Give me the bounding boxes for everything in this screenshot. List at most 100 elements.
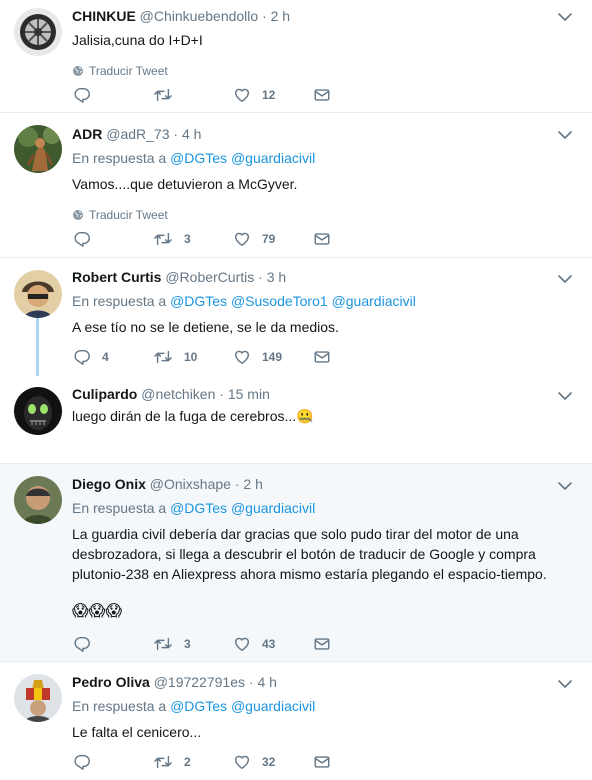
translate-tweet-link[interactable]: Traducir Tweet — [72, 64, 578, 78]
tweet-header: Culipardo @netchiken · 15 min — [72, 384, 578, 404]
retweet-icon — [152, 348, 174, 366]
avatar[interactable] — [14, 125, 62, 173]
avatar[interactable] — [14, 270, 62, 318]
user-name[interactable]: Pedro Oliva — [72, 674, 150, 690]
dm-button[interactable] — [312, 635, 392, 653]
tweet-time[interactable]: · 3 h — [258, 269, 286, 285]
emoji: 🤐 — [296, 408, 314, 424]
mention-link[interactable]: @guardiacivil — [231, 150, 315, 166]
avatar[interactable] — [14, 674, 62, 722]
tweet-time[interactable]: · 15 min — [219, 386, 270, 402]
tweet-header: Pedro Oliva @19722791es · 4 h — [72, 672, 578, 692]
retweet-button[interactable] — [152, 86, 232, 104]
mention-link[interactable]: @SusodeToro1 — [231, 293, 328, 309]
mention-link[interactable]: @DGTes — [170, 500, 227, 516]
tweet-item[interactable]: Diego Onix @Onixshape · 2 h En respuesta… — [0, 464, 592, 662]
envelope-icon — [312, 753, 332, 771]
user-handle[interactable]: @19722791es — [154, 674, 245, 690]
heart-icon — [232, 753, 252, 771]
user-name[interactable]: CHINKUE — [72, 8, 136, 24]
like-button[interactable]: 32 — [232, 753, 312, 771]
like-count: 32 — [262, 755, 276, 769]
mention-link[interactable]: @DGTes — [170, 698, 227, 714]
user-handle[interactable]: @adR_73 — [106, 126, 169, 142]
reply-button[interactable]: 4 — [72, 348, 152, 366]
tweet-header: ADR @adR_73 · 4 h — [72, 124, 578, 144]
retweet-icon — [152, 86, 174, 104]
dm-button[interactable] — [312, 753, 392, 771]
avatar[interactable] — [14, 387, 62, 435]
tweet-text: Vamos....que detuvieron a McGyver. — [72, 176, 298, 192]
mention-link[interactable]: @DGTes — [170, 293, 227, 309]
reply-icon — [72, 635, 92, 653]
chevron-down-icon[interactable] — [558, 481, 572, 491]
like-count: 79 — [262, 232, 276, 246]
mention-link[interactable]: @guardiacivil — [332, 293, 416, 309]
reply-button[interactable] — [72, 86, 152, 104]
reply-icon — [72, 753, 92, 771]
tweet-item[interactable]: Robert Curtis @RoberCurtis · 3 h En resp… — [0, 258, 592, 376]
like-button[interactable]: 79 — [232, 230, 312, 248]
retweet-button[interactable]: 2 — [152, 753, 232, 771]
emoji-line: 😱😱😱 — [72, 603, 123, 620]
tweet-header: CHINKUE @Chinkuebendollo · 2 h — [72, 6, 578, 26]
dm-button[interactable] — [312, 348, 392, 366]
globe-icon — [72, 65, 84, 77]
tweet-time[interactable]: · 4 h — [249, 674, 277, 690]
reply-button[interactable] — [72, 635, 152, 653]
translate-label: Traducir Tweet — [89, 208, 168, 222]
mention-link[interactable]: @guardiacivil — [231, 698, 315, 714]
user-handle[interactable]: @Onixshape — [150, 476, 231, 492]
reply-count: 4 — [102, 350, 109, 364]
retweet-icon — [152, 635, 174, 653]
globe-icon — [72, 209, 84, 221]
retweet-button[interactable]: 3 — [152, 230, 232, 248]
retweet-count: 3 — [184, 637, 191, 651]
tweet-time[interactable]: · 2 h — [235, 476, 263, 492]
like-count: 12 — [262, 88, 276, 102]
user-handle[interactable]: @netchiken — [141, 386, 215, 402]
user-name[interactable]: Culipardo — [72, 386, 137, 402]
avatar[interactable] — [14, 8, 62, 56]
tweet-item[interactable]: Pedro Oliva @19722791es · 4 h En respues… — [0, 662, 592, 780]
like-button[interactable]: 149 — [232, 348, 312, 366]
tweet-time[interactable]: · 4 h — [173, 126, 201, 142]
user-handle[interactable]: @RoberCurtis — [165, 269, 254, 285]
like-button[interactable]: 43 — [232, 635, 312, 653]
mention-link[interactable]: @guardiacivil — [231, 500, 315, 516]
tweet-item[interactable]: ADR @adR_73 · 4 h En respuesta a @DGTes … — [0, 113, 592, 258]
chevron-down-icon[interactable] — [558, 679, 572, 689]
chevron-down-icon[interactable] — [558, 274, 572, 284]
user-handle[interactable]: @Chinkuebendollo — [140, 8, 259, 24]
retweet-button[interactable]: 10 — [152, 348, 232, 366]
tweet-item[interactable]: CHINKUE @Chinkuebendollo · 2 h Jalisia,c… — [0, 0, 592, 113]
mention-link[interactable]: @DGTes — [170, 150, 227, 166]
retweet-icon — [152, 230, 174, 248]
chevron-down-icon[interactable] — [558, 12, 572, 22]
dm-button[interactable] — [312, 230, 392, 248]
tweet-text: A ese tío no se le detiene, se le da med… — [72, 319, 339, 335]
envelope-icon — [312, 86, 332, 104]
tweet-text: La guardia civil debería dar gracias que… — [72, 526, 547, 582]
retweet-button[interactable]: 3 — [152, 635, 232, 653]
like-button[interactable]: 12 — [232, 86, 312, 104]
tweet-time[interactable]: · 2 h — [262, 8, 290, 24]
user-name[interactable]: Robert Curtis — [72, 269, 161, 285]
heart-icon — [232, 635, 252, 653]
envelope-icon — [312, 348, 332, 366]
chevron-down-icon[interactable] — [558, 130, 572, 140]
envelope-icon — [312, 230, 332, 248]
user-name[interactable]: Diego Onix — [72, 476, 146, 492]
tweet-item[interactable]: Culipardo @netchiken · 15 min luego dirá… — [0, 376, 592, 464]
translate-tweet-link[interactable]: Traducir Tweet — [72, 208, 578, 222]
avatar[interactable] — [14, 476, 62, 524]
user-name[interactable]: ADR — [72, 126, 102, 142]
dm-button[interactable] — [312, 86, 392, 104]
tweet-header: Robert Curtis @RoberCurtis · 3 h — [72, 267, 578, 287]
reply-button[interactable] — [72, 230, 152, 248]
reply-button[interactable] — [72, 753, 152, 771]
tweet-text: luego dirán de la fuga de cerebros...🤐 — [72, 408, 314, 424]
heart-icon — [232, 86, 252, 104]
reply-icon — [72, 348, 92, 366]
chevron-down-icon[interactable] — [558, 391, 572, 401]
